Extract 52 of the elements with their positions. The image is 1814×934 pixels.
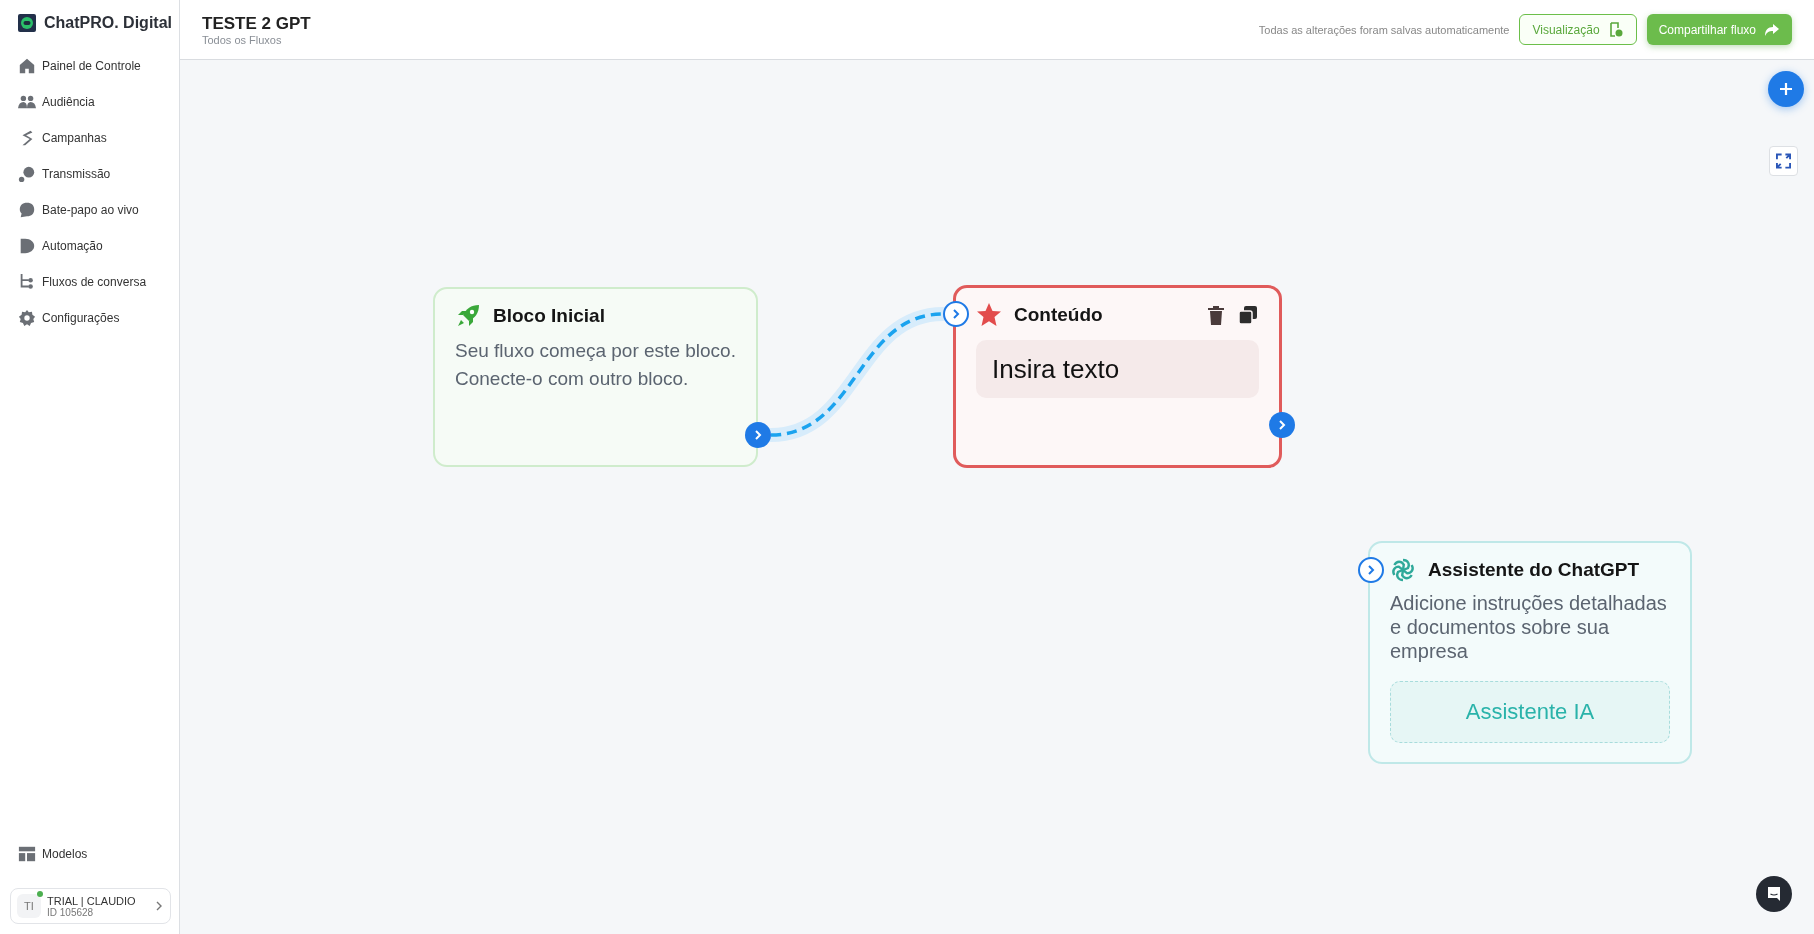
- brand-name: ChatPRO. Digital: [44, 14, 172, 32]
- account-name: TRIAL | CLAUDIO: [47, 894, 137, 907]
- block-description: Seu fluxo começa por este bloco. Conecte-o com outro bloco.: [455, 339, 736, 391]
- block-description: Adicione instruções detalhadas e documentos sobre sua empresa: [1390, 591, 1668, 663]
- account-id: ID 105628: [47, 906, 95, 918]
- preview-icon: [1607, 21, 1624, 38]
- nav-item[interactable]: Modelos: [18, 836, 169, 872]
- nav-icon: [18, 165, 36, 183]
- input-handle[interactable]: [943, 301, 969, 327]
- nav-icon: [18, 309, 36, 327]
- nav-icon: [18, 201, 36, 219]
- logo-icon: [18, 14, 36, 32]
- nav-icon: [18, 845, 36, 863]
- flow-block[interactable]: Assistente do ChatGPT Adicione instruções detalhadas e documentos sobre sua empresa Assistente IA: [1368, 541, 1692, 764]
- nav-item[interactable]: Transmissão: [18, 156, 169, 192]
- output-handle[interactable]: [1269, 412, 1295, 438]
- nav-icon: [18, 237, 36, 255]
- nav-icon: [18, 57, 36, 75]
- save-status: Todas as alterações foram salvas automaticamente: [1258, 23, 1510, 36]
- nav-icon: [18, 93, 36, 111]
- flow-canvas[interactable]: Bloco Inicial Seu fluxo começa por este bloco. Conecte-o com outro bloco. Conteúdo Insira texto Assistente do ChatGPT Adicione instruções detalhadas e documentos sobre sua empresa Assistente IA: [180, 60, 1814, 934]
- duplicate-icon[interactable]: [1237, 304, 1259, 326]
- avatar: TI: [17, 894, 41, 918]
- chevron-icon: [154, 901, 164, 911]
- nav-item[interactable]: Configurações: [18, 300, 169, 336]
- nav-item[interactable]: Painel de Controle: [18, 48, 169, 84]
- nav-item[interactable]: Audiência: [18, 84, 169, 120]
- nav-icon: [18, 273, 36, 291]
- expand-icon: [1776, 153, 1791, 169]
- nav-item[interactable]: Bate-papo ao vivo: [18, 192, 169, 228]
- nav-item[interactable]: Campanhas: [18, 120, 169, 156]
- flow-block[interactable]: Bloco Inicial Seu fluxo começa por este bloco. Conecte-o com outro bloco.: [433, 287, 758, 467]
- text-input[interactable]: Insira texto: [976, 340, 1259, 398]
- rocket-icon: [455, 303, 481, 329]
- input-handle[interactable]: [1358, 557, 1384, 583]
- trash-icon[interactable]: [1205, 304, 1227, 326]
- fullscreen-button[interactable]: [1769, 146, 1798, 176]
- share-icon: [1764, 21, 1780, 38]
- block-title: Conteúdo: [1014, 304, 1104, 326]
- add-button[interactable]: [1768, 71, 1804, 107]
- flow-title: TESTE 2 GPT: [202, 13, 312, 34]
- output-handle[interactable]: [745, 422, 771, 448]
- block-title: Bloco Inicial: [493, 305, 606, 327]
- star-icon: [976, 302, 1002, 328]
- nav-item[interactable]: Fluxos de conversa: [18, 264, 169, 300]
- chat-button[interactable]: [1756, 876, 1792, 912]
- nav-item[interactable]: Automação: [18, 228, 169, 264]
- plus-icon: [1779, 82, 1793, 96]
- account-card[interactable]: TI TRIAL | CLAUDIO ID 105628: [10, 888, 171, 924]
- chat-icon: [1766, 886, 1782, 902]
- block-title: Assistente do ChatGPT: [1428, 559, 1641, 581]
- flow-block[interactable]: Conteúdo Insira texto: [953, 285, 1282, 468]
